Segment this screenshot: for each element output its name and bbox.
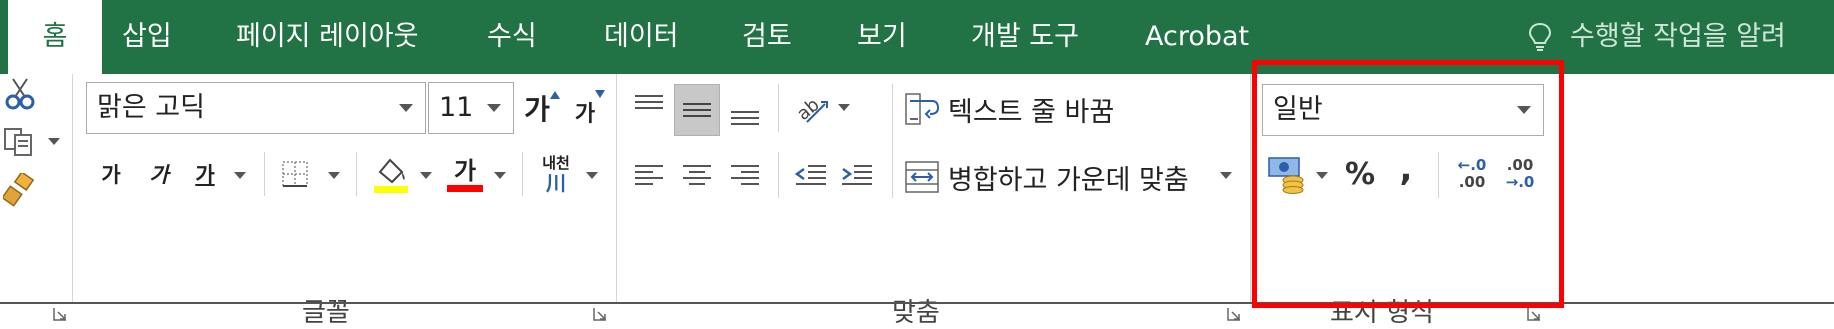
grow-font-glyph: 가 (524, 93, 550, 126)
align-middle-icon (683, 103, 711, 117)
separator (522, 152, 523, 196)
tab-data[interactable]: 데이터 (604, 0, 679, 74)
caret-down-icon (595, 90, 606, 98)
decrease-indent-button[interactable] (790, 154, 832, 198)
align-left-icon (635, 165, 663, 185)
caret-up-icon (549, 91, 560, 99)
text-orientation-icon: ab (793, 94, 828, 125)
fill-color-dropdown-arrow[interactable] (420, 172, 432, 179)
dialog-launcher-icon (1227, 308, 1240, 321)
number-dialog-launcher[interactable] (1526, 306, 1542, 322)
lightbulb-icon (1528, 22, 1552, 51)
align-right-button[interactable] (724, 154, 766, 198)
font-color-swatch (447, 184, 483, 192)
bold-button[interactable]: 가 (96, 156, 126, 192)
dialog-launcher-icon (53, 308, 66, 321)
separator (778, 84, 779, 132)
borders-icon (282, 161, 308, 187)
font-color-dropdown-arrow[interactable] (494, 172, 506, 179)
align-bottom-icon (731, 111, 759, 125)
tab-acrobat[interactable]: Acrobat (1145, 0, 1249, 74)
alignment-dialog-launcher[interactable] (1226, 306, 1242, 322)
align-right-icon (731, 165, 759, 185)
decrease-indent-icon (794, 165, 826, 185)
group-separator (616, 74, 617, 302)
separator (892, 84, 893, 198)
chevron-down-icon (487, 104, 501, 112)
tab-home[interactable]: 홈 (8, 0, 102, 80)
font-size-value: 11 (439, 92, 474, 123)
orientation-dropdown-arrow[interactable] (838, 104, 850, 111)
tell-me-text: 수행할 작업을 알려 (1570, 21, 1786, 52)
clipboard-dialog-launcher[interactable] (52, 306, 68, 322)
fill-color-button[interactable] (370, 152, 412, 196)
merge-center-dropdown-arrow[interactable] (1220, 172, 1232, 179)
increase-indent-icon (842, 165, 872, 185)
group-separator (72, 74, 73, 302)
align-center-icon (683, 165, 711, 185)
alignment-group-label: 맞춤 (892, 298, 940, 328)
underline-glyph: 가 (195, 163, 215, 187)
font-dialog-launcher[interactable] (592, 306, 608, 322)
tell-me-box[interactable]: 수행할 작업을 알려 (1528, 0, 1786, 74)
shrink-font-glyph: 가 (574, 102, 596, 127)
phonetic-dropdown-arrow[interactable] (586, 172, 598, 179)
tab-page-layout[interactable]: 페이지 레이아웃 (236, 0, 418, 74)
tab-review[interactable]: 검토 (742, 0, 792, 74)
chevron-down-icon (399, 104, 413, 112)
align-middle-button[interactable] (674, 84, 720, 136)
wrap-text-button[interactable]: 텍스트 줄 바꿈 (904, 86, 1224, 132)
bold-glyph: 가 (101, 163, 121, 187)
fill-color-swatch (374, 186, 408, 193)
group-separator (1250, 74, 1251, 302)
grow-font-button[interactable]: 가 (520, 86, 564, 130)
merge-center-icon (905, 161, 939, 193)
format-painter-button[interactable] (0, 170, 40, 210)
wrap-text-icon (905, 93, 940, 125)
font-color-button[interactable]: 가 (444, 152, 486, 196)
align-left-button[interactable] (628, 154, 670, 198)
wrap-text-label: 텍스트 줄 바꿈 (948, 96, 1115, 128)
font-name-combo[interactable]: 맑은 고딕 (86, 82, 426, 134)
phonetic-glyph-top: 내천 (542, 154, 570, 172)
merge-center-label: 병합하고 가운데 맞춤 (948, 164, 1189, 196)
align-center-button[interactable] (676, 154, 718, 198)
phonetic-guide-button[interactable]: 내천 川 (536, 150, 576, 198)
font-group-label: 글꼴 (302, 298, 350, 328)
merge-center-button[interactable]: 병합하고 가운데 맞춤 (904, 154, 1214, 200)
italic-glyph: 가 (149, 163, 169, 187)
scissors-icon (5, 78, 35, 110)
align-top-button[interactable] (628, 82, 670, 132)
number-group-highlight-box (1252, 60, 1564, 308)
tab-insert[interactable]: 삽입 (122, 0, 172, 74)
dialog-launcher-icon (593, 308, 606, 321)
dialog-launcher-icon (1527, 308, 1540, 321)
italic-button[interactable]: 가 (144, 156, 174, 192)
font-name-value: 맑은 고딕 (97, 92, 205, 123)
phonetic-glyph-bottom: 川 (546, 171, 566, 195)
borders-dropdown-arrow[interactable] (328, 172, 340, 179)
font-size-combo[interactable]: 11 (428, 82, 514, 134)
separator (778, 152, 779, 198)
tab-view[interactable]: 보기 (857, 0, 907, 74)
underline-dropdown-arrow[interactable] (234, 172, 246, 179)
copy-button[interactable] (0, 122, 40, 162)
align-bottom-button[interactable] (724, 88, 766, 138)
align-top-icon (635, 95, 663, 109)
tab-developer[interactable]: 개발 도구 (971, 0, 1079, 74)
cut-button[interactable] (0, 74, 40, 114)
paint-bucket-icon (374, 158, 408, 193)
tab-formulas[interactable]: 수식 (487, 0, 537, 74)
orientation-button[interactable]: ab (790, 84, 832, 132)
underline-button[interactable]: 가 (190, 156, 220, 192)
copy-dropdown-arrow[interactable] (48, 138, 60, 145)
borders-button[interactable] (278, 156, 312, 192)
separator (356, 152, 357, 196)
increase-indent-button[interactable] (836, 154, 878, 198)
font-color-glyph: 가 (453, 156, 477, 185)
shrink-font-button[interactable]: 가 (568, 86, 612, 130)
copy-icon (4, 128, 32, 156)
format-painter-icon (3, 173, 35, 207)
separator (264, 152, 265, 196)
